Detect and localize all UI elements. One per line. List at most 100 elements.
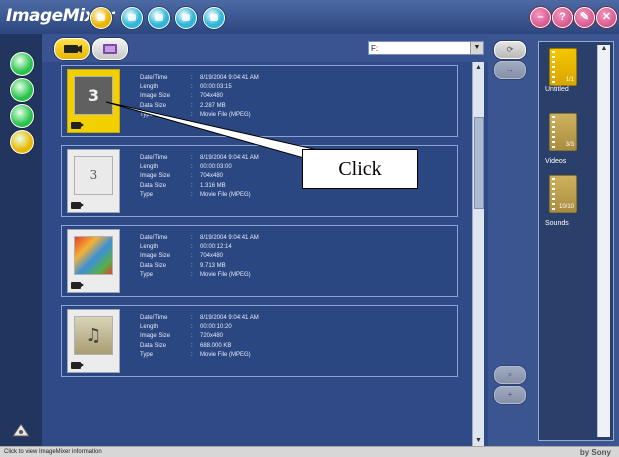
tools-button[interactable] — [10, 104, 34, 128]
info-label: Type — [140, 351, 154, 358]
notebook-icon — [552, 178, 555, 210]
thumbnail-frame[interactable]: 3 — [67, 149, 120, 213]
info-label: Date/Time — [140, 155, 168, 161]
settings-icon: ✎ — [579, 11, 590, 23]
info-label: Data Size — [140, 182, 167, 189]
info-label: Type — [140, 271, 154, 278]
info-value: 704x480 — [200, 253, 224, 260]
info-value: Movie File (MPEG) — [200, 111, 251, 118]
thumbnail-frame[interactable] — [67, 229, 120, 293]
edit-button[interactable] — [10, 78, 34, 102]
photo-tab[interactable] — [92, 38, 128, 60]
add-icon: + — [507, 390, 513, 399]
info-separator: : — [191, 315, 193, 321]
scroll-thumb[interactable] — [474, 117, 484, 209]
file-item[interactable]: ♫ Date/Time:8/19/2004 9:04:41 AM Length:00… — [61, 305, 458, 377]
notebook-icon — [552, 116, 555, 148]
import-button[interactable] — [10, 52, 34, 76]
info-separator: : — [191, 164, 193, 171]
file-list: 3 Date/Time:8/19/2004 9:04:41 AM Length:00… — [42, 62, 488, 446]
scroll-down-icon[interactable]: ▼ — [473, 435, 484, 446]
help-button[interactable]: ? — [552, 7, 573, 28]
chevron-down-icon[interactable]: ▼ — [470, 42, 483, 54]
info-label: Length — [140, 244, 159, 251]
settings-button[interactable]: ✎ — [574, 7, 595, 28]
info-label: Data Size — [140, 262, 167, 269]
album-untitled[interactable]: 1/1 — [549, 48, 577, 86]
album-sounds[interactable]: 10/10 — [549, 175, 577, 213]
close-button[interactable]: ✕ — [596, 7, 617, 28]
video-cd-button[interactable] — [10, 130, 34, 154]
info-value: 720x480 — [200, 333, 224, 340]
photo-icon — [103, 44, 117, 54]
info-value: 2.287 MB — [200, 102, 226, 109]
info-separator: : — [191, 84, 193, 91]
info-value: 00:00:12:14 — [200, 244, 232, 251]
album-videos[interactable]: 3/3 — [549, 113, 577, 151]
file-item[interactable]: Date/Time:8/19/2004 9:04:41 AM Length:00:… — [61, 225, 458, 297]
scroll-up-icon[interactable]: ▲ — [473, 62, 484, 73]
movie-icon — [71, 282, 84, 289]
info-label: Data Size — [140, 342, 167, 349]
zoom-button[interactable]: ⌕ — [494, 366, 526, 384]
disc-button[interactable] — [148, 7, 170, 29]
drive-select[interactable]: F: ▼ — [368, 41, 484, 55]
movie-icon — [71, 122, 84, 129]
info-separator: : — [191, 342, 193, 349]
camera-button[interactable] — [121, 7, 143, 29]
album-button[interactable] — [175, 7, 197, 29]
status-bar: Click to view ImageMixer information by … — [0, 446, 619, 457]
scroll-up-icon[interactable]: ▲ — [598, 45, 610, 52]
share-button[interactable] — [203, 7, 225, 29]
zoom-icon: ⌕ — [507, 370, 513, 379]
thumbnail-image[interactable]: 3 — [74, 156, 113, 195]
thumbnail-image[interactable]: 3 — [74, 76, 113, 115]
info-label: Length — [140, 84, 159, 91]
file-item[interactable]: 3 Date/Time:8/19/2004 9:04:41 AM Length:00… — [61, 65, 458, 137]
close-icon: ✕ — [601, 11, 612, 23]
add-to-album-button[interactable]: + — [494, 386, 526, 404]
album-scrollbar[interactable]: ▲ — [597, 45, 610, 437]
transfer-button[interactable]: → — [494, 61, 526, 79]
info-separator: : — [191, 93, 193, 100]
info-separator: : — [191, 333, 193, 340]
album-label: Untitled — [545, 86, 569, 93]
info-value: 8/19/2004 9:04:41 AM — [200, 235, 259, 241]
info-label: Image Size — [140, 93, 171, 100]
info-value: 688.000 KB — [200, 342, 232, 349]
thumbnail-image[interactable]: ♫ — [74, 316, 113, 355]
info-separator: : — [191, 111, 193, 118]
info-value: 8/19/2004 9:04:41 AM — [200, 155, 259, 161]
movie-tab[interactable] — [54, 38, 90, 60]
info-icon[interactable] — [10, 420, 32, 440]
help-icon: ? — [559, 11, 566, 23]
album-count: 10/10 — [558, 204, 574, 210]
info-value: 00:00:03:00 — [200, 164, 232, 171]
info-label: Type — [140, 111, 154, 118]
home-button[interactable] — [90, 7, 112, 29]
info-separator: : — [191, 191, 193, 198]
info-label: Date/Time — [140, 235, 168, 241]
thumbnail-frame[interactable]: ♫ — [67, 309, 120, 373]
imagemixer-window: ImageMixer – ? ✎ ✕ F: ▼ 3 Date/Time:8/19… — [0, 0, 619, 457]
thumbnail-image[interactable] — [74, 236, 113, 275]
info-value: Movie File (MPEG) — [200, 351, 251, 358]
info-separator: : — [191, 262, 193, 269]
info-separator: : — [191, 324, 193, 331]
info-label: Date/Time — [140, 315, 168, 321]
info-separator: : — [191, 253, 193, 260]
minimize-button[interactable]: – — [530, 7, 551, 28]
thumbnail-frame[interactable]: 3 — [67, 69, 120, 133]
info-separator: : — [191, 173, 193, 180]
rotate-button[interactable]: ⟳ — [494, 41, 526, 59]
info-separator: : — [191, 102, 193, 109]
notebook-icon — [552, 51, 555, 83]
file-list-scrollbar[interactable]: ▲ ▼ — [472, 62, 484, 446]
album-label: Videos — [545, 158, 567, 165]
info-separator: : — [191, 271, 193, 278]
movie-icon — [71, 202, 84, 209]
arrow-right-icon: → — [506, 65, 514, 74]
rotate-icon: ⟳ — [506, 45, 514, 54]
info-value: 9.713 MB — [200, 262, 226, 269]
sony-logo: by Sony — [579, 448, 611, 457]
